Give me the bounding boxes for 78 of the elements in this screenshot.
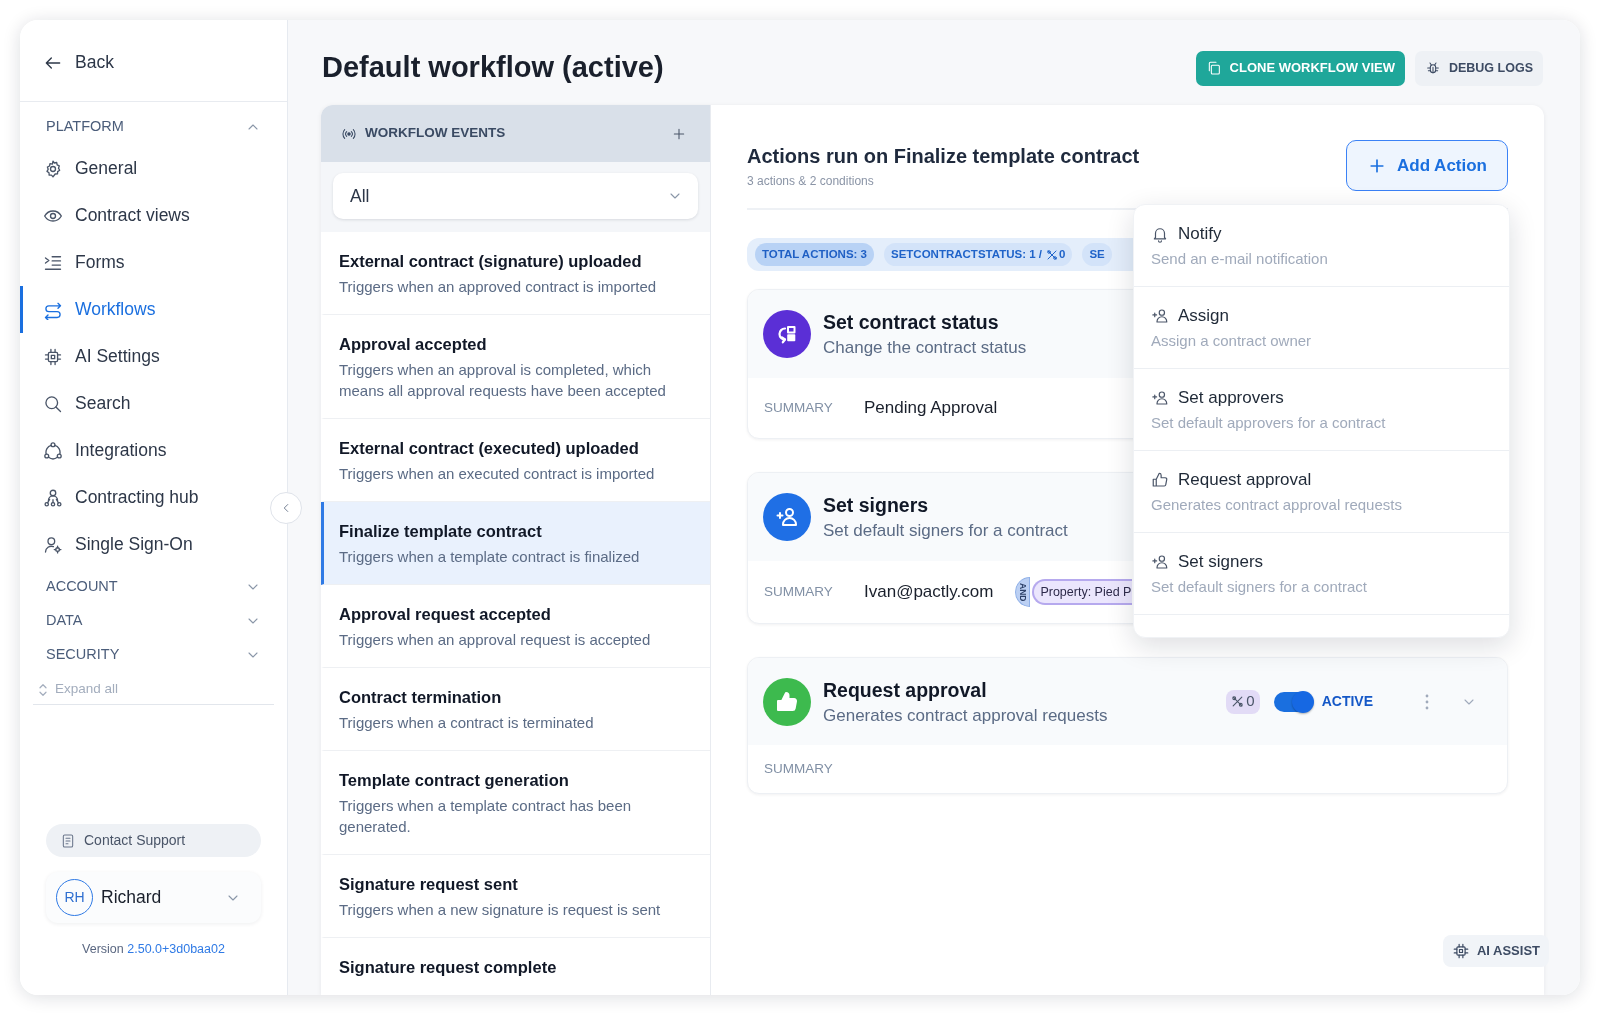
bug-icon <box>1424 60 1441 76</box>
crossed-tools-icon <box>1231 695 1245 708</box>
action-filter-chip[interactable]: TOTAL ACTIONS: 3 <box>755 243 874 266</box>
active-toggle[interactable] <box>1273 691 1313 712</box>
sidebar-item[interactable]: General <box>20 145 264 192</box>
action-title: Set contract status <box>823 310 1000 335</box>
sidebar-item[interactable]: Workflows <box>20 286 264 333</box>
thumbs-up-icon <box>1151 471 1169 489</box>
sidebar-item[interactable]: Search <box>20 380 264 427</box>
menu-item[interactable]: Notify Send an e-mail notification <box>1134 205 1509 287</box>
panel-title: WORKFLOW EVENTS <box>365 124 507 143</box>
event-item[interactable]: Signature request complete <box>321 938 710 995</box>
status-label: ACTIVE <box>1321 692 1373 711</box>
operator-tag: AND <box>1015 577 1031 607</box>
section-header[interactable]: SECURITY <box>20 638 287 672</box>
document-icon <box>60 832 76 849</box>
sidebar-item[interactable]: AI Settings <box>20 333 264 380</box>
up-down-icon <box>37 682 49 697</box>
search-icon <box>43 393 63 414</box>
event-filter-select[interactable]: All <box>333 173 698 219</box>
event-item[interactable]: External contract (executed) uploaded Triggers when an executed contract is imported <box>321 419 710 502</box>
person-plus-icon <box>1151 553 1169 571</box>
summary-value: Pending Approval <box>864 397 998 419</box>
section-header[interactable]: DATA <box>20 604 287 638</box>
version-text: Version 2.50.0+3d0baa02 <box>81 941 226 958</box>
person-plus-icon <box>763 493 811 541</box>
sidebar-item[interactable]: Integrations <box>20 427 264 474</box>
summary-value: Ivan@pactly.com <box>864 581 994 603</box>
person-plus-icon <box>1151 307 1169 325</box>
event-item[interactable]: Approval request accepted Triggers when an approval request is accepted <box>321 585 710 668</box>
action-title: Request approval <box>823 677 988 703</box>
event-item[interactable]: Signature request sent Triggers when a new signature is request is sent <box>321 855 710 938</box>
sidebar-item[interactable]: Forms <box>20 239 264 286</box>
sidebar-item[interactable]: Single Sign-On <box>20 521 264 568</box>
event-item[interactable]: Finalize template contract Triggers when a template contract is finalized <box>321 502 710 585</box>
action-description: Set default signers for a contract <box>823 520 1068 542</box>
user-menu[interactable]: RH Richard <box>46 872 261 923</box>
section-title: Actions run on Finalize template contract <box>747 144 1140 169</box>
menu-item[interactable]: Set signers Set default signers for a contract <box>1134 533 1509 615</box>
circle-nodes-icon <box>43 440 63 461</box>
action-title: Set signers <box>823 493 930 518</box>
section-header[interactable]: PLATFORM <box>20 110 287 144</box>
menu-item[interactable]: Assign Assign a contract owner <box>1134 287 1509 369</box>
bell-icon <box>1151 225 1169 243</box>
menu-item[interactable]: Set approvers Set default approvers for a contract <box>1134 369 1509 451</box>
action-description: Change the contract status <box>823 337 1027 359</box>
person-network-icon <box>43 487 63 508</box>
thumbs-up-icon <box>763 677 811 726</box>
sidebar-item[interactable]: Contracting hub <box>20 474 264 521</box>
sidebar-item[interactable]: Contract views <box>20 192 264 239</box>
action-filter-chip[interactable]: SE <box>1082 243 1112 266</box>
summary-label: SUMMARY <box>764 761 834 777</box>
version-link[interactable]: 2.50.0+3d0baa02 <box>127 942 225 956</box>
add-action-button[interactable]: Add Action <box>1346 140 1508 191</box>
page-title: Default workflow (active) <box>322 50 664 86</box>
section-subtitle: 3 actions & 2 conditions <box>747 173 875 189</box>
person-plus-icon <box>1151 389 1169 407</box>
event-item[interactable]: Template contract generation Triggers when a template contract has been generated. <box>321 751 710 855</box>
user-gear-icon <box>43 534 63 555</box>
condition-chip: Property: Pied P <box>1032 579 1133 605</box>
summary-label: SUMMARY <box>764 584 834 600</box>
section-header[interactable]: ACCOUNT <box>20 570 287 604</box>
ai-assist-button[interactable]: AI ASSIST <box>1442 935 1549 967</box>
crossed-tools-icon <box>1046 248 1058 261</box>
event-item[interactable]: Contract termination Triggers when a contract is terminated <box>321 668 710 751</box>
event-item[interactable]: External contract (signature) uploaded Triggers when an approved contract is imported <box>321 232 710 315</box>
event-item[interactable]: Approval accepted Triggers when an approval is completed, which means all approval requests have been accepted <box>321 315 710 419</box>
back-button[interactable]: Back <box>43 49 114 76</box>
gear-icon <box>43 158 63 179</box>
chip-icon <box>43 346 63 367</box>
debug-logs-button[interactable]: DEBUG LOGS <box>1414 50 1543 86</box>
action-description: Generates contract approval requests <box>823 704 1108 727</box>
menu-item[interactable]: Request approval Generates contract approval requests <box>1134 451 1509 533</box>
summary-label: SUMMARY <box>764 400 834 416</box>
chip-icon <box>1451 942 1470 960</box>
action-filter-chip[interactable]: SETCONTRACTSTATUS: 1 / 0 <box>884 243 1073 266</box>
condition-count: 0 <box>1246 691 1255 712</box>
contact-support-button[interactable]: Contact Support <box>46 824 261 857</box>
